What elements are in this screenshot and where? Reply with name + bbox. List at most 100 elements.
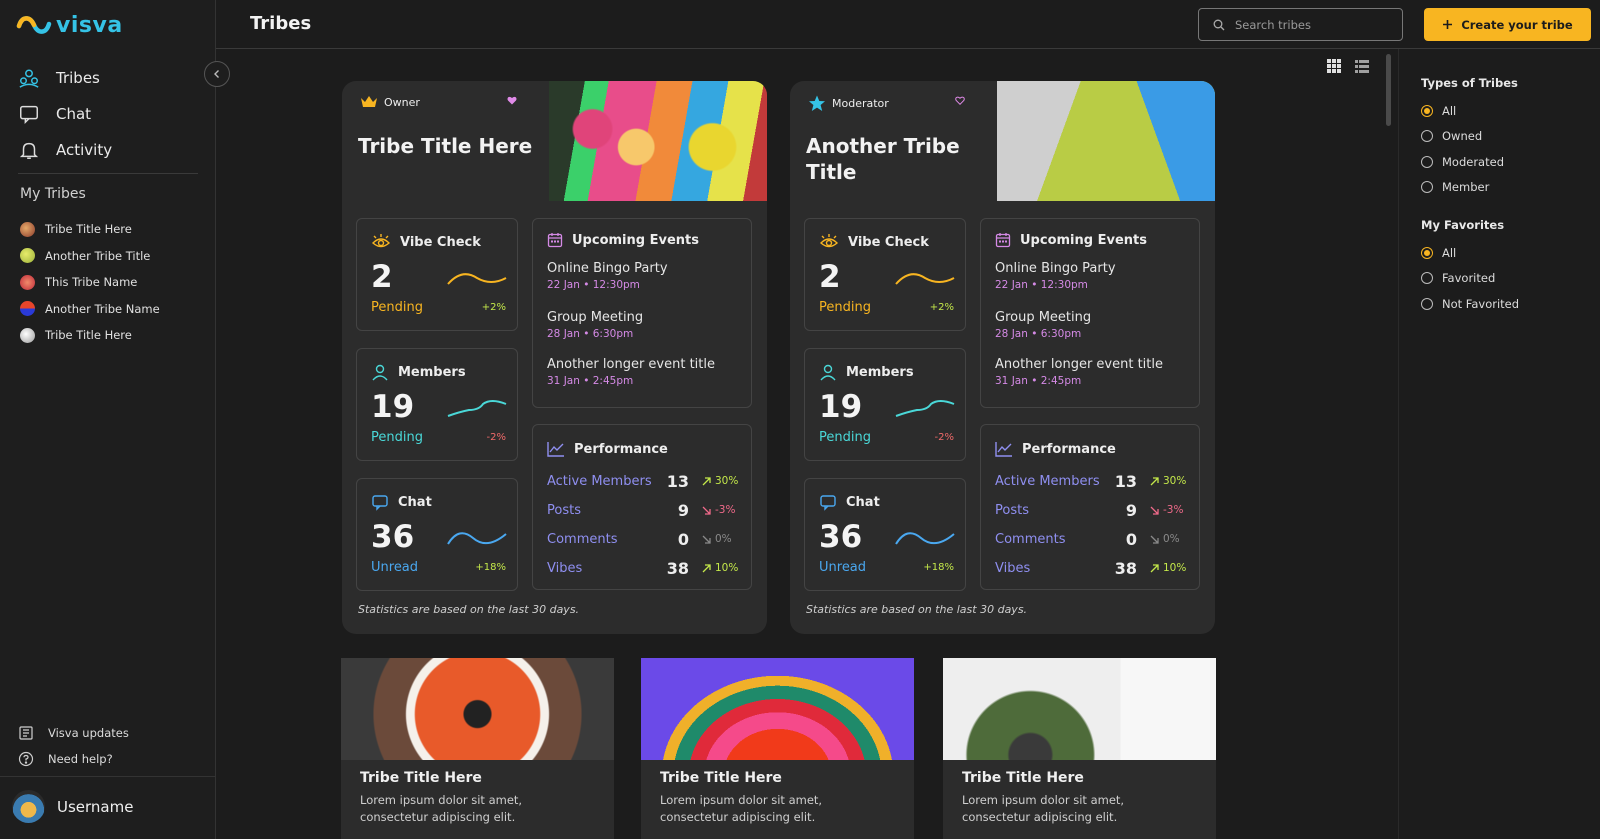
event-item[interactable]: Another longer event title 31 Jan • 2:45… <box>995 357 1163 387</box>
upcoming-events-card[interactable]: Upcoming Events Online Bingo Party 22 Ja… <box>980 218 1200 408</box>
help-link[interactable]: Need help? <box>18 746 129 772</box>
tribe-thumb <box>20 248 35 264</box>
stat-change: -2% <box>934 432 954 443</box>
vibe-check-card[interactable]: Vibe Check 2 Pending +2% <box>804 218 966 331</box>
event-item[interactable]: Another longer event title 31 Jan • 2:45… <box>547 357 715 387</box>
sparkline <box>895 273 955 285</box>
event-date: 31 Jan • 2:45pm <box>547 375 634 387</box>
divider <box>18 173 198 174</box>
sidebar-tribe-item[interactable]: Tribe Title Here <box>20 216 160 243</box>
tribe-preview-card[interactable]: Tribe Title Here Lorem ipsum dolor sit a… <box>341 658 614 839</box>
stat-change: +2% <box>481 302 506 313</box>
plus-icon <box>1443 20 1453 29</box>
search-icon <box>1213 19 1225 30</box>
event-item[interactable]: Online Bingo Party 22 Jan • 12:30pm <box>547 261 668 291</box>
bell-icon <box>19 142 39 159</box>
stat-heading: Chat <box>371 493 432 511</box>
sidebar-tribe-item[interactable]: Another Tribe Title <box>20 243 160 270</box>
filter-option-all[interactable]: All <box>1421 240 1591 266</box>
members-card[interactable]: Members 19 Pending -2% <box>804 348 966 461</box>
grid-view-icon[interactable] <box>1326 58 1342 74</box>
nav-item-activity[interactable]: Activity <box>18 132 112 168</box>
option-label: Not Favorited <box>1442 296 1520 311</box>
create-tribe-button[interactable]: Create your tribe <box>1424 8 1591 41</box>
arrow-down-right-icon <box>1150 506 1159 515</box>
event-title: Another longer event title <box>547 357 716 372</box>
role-label: Moderator <box>832 97 889 110</box>
user-profile[interactable]: Username <box>12 790 133 823</box>
tribe-card[interactable]: Moderator Another Tribe Title Vibe Check… <box>790 81 1215 634</box>
tribe-card[interactable]: Owner Tribe Title Here Vibe Check 2 Pend… <box>342 81 767 634</box>
radio-button[interactable] <box>1421 155 1433 168</box>
filter-option-favorited[interactable]: Favorited <box>1421 266 1591 292</box>
stat-heading: Chat <box>819 493 880 511</box>
radio-button[interactable] <box>1421 104 1433 117</box>
sparkline <box>895 400 955 417</box>
brand-name: visva <box>56 12 123 38</box>
performance-card[interactable]: Performance Active Members 13 30% Posts … <box>532 424 752 590</box>
search-box[interactable] <box>1198 8 1403 41</box>
event-item[interactable]: Group Meeting 28 Jan • 6:30pm <box>547 310 643 340</box>
tribe-preview-card[interactable]: Tribe Title Here Lorem ipsum dolor sit a… <box>943 658 1216 839</box>
filter-option-member[interactable]: Member <box>1421 175 1591 201</box>
tribe-thumb <box>20 274 35 290</box>
event-date: 22 Jan • 12:30pm <box>995 279 1088 291</box>
sidebar-tribe-item[interactable]: Another Tribe Name <box>20 296 160 323</box>
eye-icon <box>371 234 391 248</box>
radio-button[interactable] <box>1421 246 1433 259</box>
stat-status: Pending <box>819 430 871 445</box>
filter-option-moderated[interactable]: Moderated <box>1421 149 1591 175</box>
collapse-sidebar-button[interactable] <box>204 61 230 87</box>
tribe-label: This Tribe Name <box>45 275 138 290</box>
sidebar: visva Tribes Chat Activity My Tribes Tri… <box>0 0 216 839</box>
chart-icon <box>995 442 1012 457</box>
visva-updates-link[interactable]: Visva updates <box>18 720 129 746</box>
visva-logo-icon <box>16 16 52 34</box>
stat-status: Pending <box>819 300 871 315</box>
radio-button[interactable] <box>1421 130 1433 143</box>
event-item[interactable]: Online Bingo Party 22 Jan • 12:30pm <box>995 261 1116 291</box>
filter-option-owned[interactable]: Owned <box>1421 124 1591 150</box>
top-header: Tribes Create your tribe <box>216 0 1600 49</box>
upcoming-events-card[interactable]: Upcoming Events Online Bingo Party 22 Ja… <box>532 218 752 408</box>
tribe-description: Lorem ipsum dolor sit amet, consectetur … <box>660 793 823 824</box>
radio-button[interactable] <box>1421 181 1433 194</box>
role-label: Owner <box>384 95 420 109</box>
members-card[interactable]: Members 19 Pending -2% <box>356 348 518 461</box>
chat-card[interactable]: Chat 36 Unread +18% <box>356 478 518 591</box>
chat-card[interactable]: Chat 36 Unread +18% <box>804 478 966 591</box>
stat-heading: Members <box>371 363 466 381</box>
radio-button[interactable] <box>1421 297 1433 310</box>
stat-label: Chat <box>398 494 432 510</box>
tribe-preview-card[interactable]: Tribe Title Here Lorem ipsum dolor sit a… <box>641 658 914 839</box>
performance-row: Comments 0 0% <box>547 530 743 550</box>
list-view-icon[interactable] <box>1354 58 1370 74</box>
metric-change: 30% <box>702 475 738 487</box>
metric-label: Posts <box>547 503 581 518</box>
sidebar-tribe-item[interactable]: This Tribe Name <box>20 269 160 296</box>
metric-label: Active Members <box>547 474 652 489</box>
tribe-label: Tribe Title Here <box>45 222 132 237</box>
sidebar-tribe-item[interactable]: Tribe Title Here <box>20 322 160 349</box>
stats-note: Statistics are based on the last 30 days… <box>806 603 1028 616</box>
vibe-check-card[interactable]: Vibe Check 2 Pending +2% <box>356 218 518 331</box>
heart-icon[interactable] <box>507 96 517 105</box>
scrollbar-thumb[interactable] <box>1386 54 1391 126</box>
nav-item-tribes[interactable]: Tribes <box>18 60 112 96</box>
performance-card[interactable]: Performance Active Members 13 30% Posts … <box>980 424 1200 590</box>
chat-bubble-icon <box>820 495 836 511</box>
event-item[interactable]: Group Meeting 28 Jan • 6:30pm <box>995 310 1091 340</box>
radio-button[interactable] <box>1421 272 1433 285</box>
view-toggle <box>1326 58 1370 74</box>
search-input[interactable] <box>1235 17 1385 32</box>
heart-outline-icon[interactable] <box>955 96 965 105</box>
filter-option-all[interactable]: All <box>1421 98 1591 124</box>
tribe-label: Another Tribe Title <box>45 248 151 263</box>
logo[interactable]: visva <box>16 12 123 38</box>
favorites-filter: My Favorites All Favorited Not Favorited <box>1421 218 1591 317</box>
arrow-down-right-icon <box>702 535 711 544</box>
metric-change-value: 0% <box>1163 533 1180 545</box>
filter-option-not-favorited[interactable]: Not Favorited <box>1421 291 1591 317</box>
nav-item-chat[interactable]: Chat <box>18 96 112 132</box>
nav-label: Chat <box>56 105 92 123</box>
